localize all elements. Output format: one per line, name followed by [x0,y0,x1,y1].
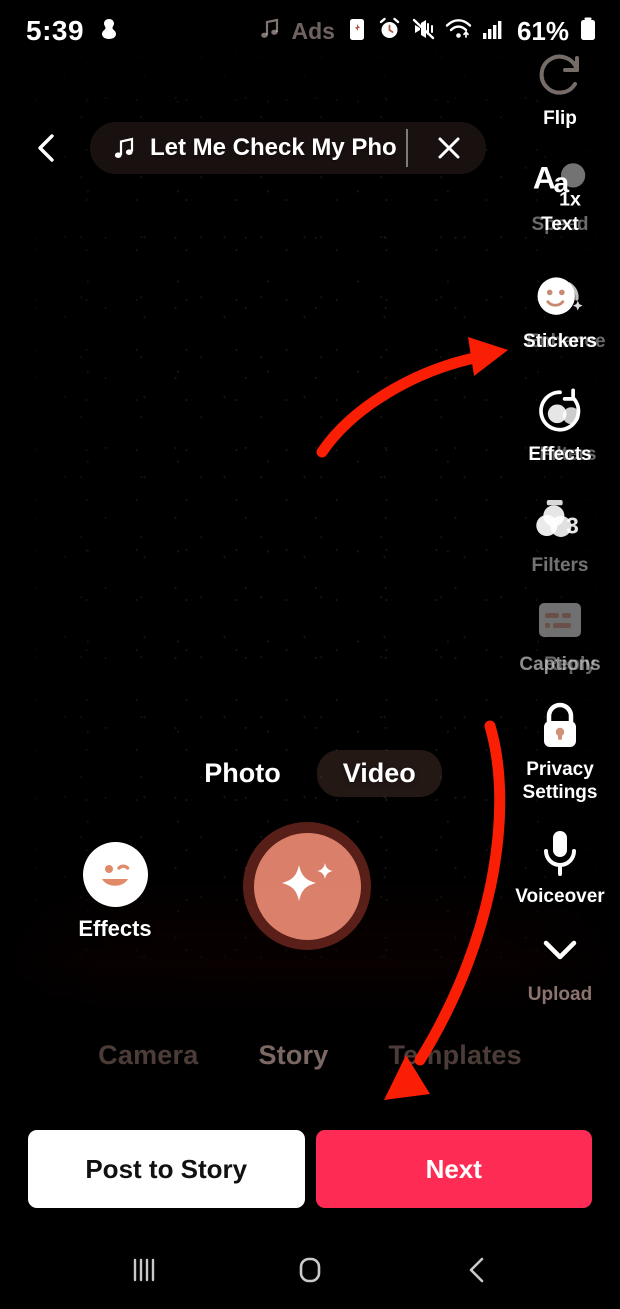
mode-video[interactable]: Video [316,750,442,797]
sidebar-label-effects-filters: Filters Effects [506,443,614,469]
mode-photo[interactable]: Photo [178,750,306,797]
sidebar-label-captions-reply: Reply Captions [506,654,614,679]
cellular-signal-icon [481,17,505,46]
record-button-inner [253,832,361,940]
effects-button-label: Effects [78,916,152,941]
sidebar-label-captions: Captions [519,654,601,676]
sparkle-star-icon [282,863,333,901]
stickers-smiley-icon [531,269,589,327]
sidebar-item-filters[interactable]: 3 Filters [506,493,614,577]
sidebar-item-effects[interactable]: Filters Effects [506,382,614,469]
app-notification-icon [98,17,120,46]
action-button-row: Post to Story Next [0,1130,620,1208]
wifi-icon [445,17,472,46]
battery-saver-icon [346,16,368,47]
vibrate-mute-icon [411,17,436,46]
sidebar-label-text-speed: Speed Text [506,213,614,239]
tab-camera[interactable]: Camera [98,1040,198,1071]
back-chevron-icon[interactable] [30,131,64,165]
status-ads-text: Ads [291,17,335,44]
tab-story[interactable]: Story [258,1040,328,1071]
sidebar-item-captions[interactable]: Reply Captions [506,592,614,679]
music-note-icon [112,135,136,161]
privacy-lock-icon [531,697,589,755]
sidebar-label-effects: Effects [528,443,592,465]
speed-badge: 1x [559,188,581,209]
music-title: Let Me Check My Phone [150,134,396,161]
status-bar-right: Ads 61% [257,16,599,47]
sidebar-label-stickers-enhance: Enhance Stickers [506,330,614,356]
close-x-icon[interactable] [432,131,466,165]
bottom-tab-bar: Camera Story Templates [0,1040,620,1071]
filters-count-badge: 3 [566,512,579,538]
music-note-icon [257,16,283,47]
sidebar-label-stickers: Stickers [523,330,597,352]
pill-divider [406,129,408,167]
battery-percent: 61% [516,15,569,46]
tab-templates[interactable]: Templates [388,1040,521,1071]
effects-timer-icon [531,382,589,440]
filters-circles-icon: 3 [531,493,589,551]
sidebar-label-text: Text [541,213,579,235]
post-to-story-button[interactable]: Post to Story [28,1130,305,1208]
capture-mode-toggle: Photo Video [0,750,620,797]
record-button[interactable] [243,822,371,950]
battery-icon [578,16,598,47]
sidebar-label-upload: Upload [527,983,593,1005]
home-icon[interactable] [280,1248,340,1292]
sidebar-item-stickers[interactable]: Enhance Stickers [506,269,614,356]
nav-back-icon[interactable] [447,1248,507,1292]
status-bar: 5:39 Ads 61% [0,0,620,70]
recents-icon[interactable] [113,1248,173,1292]
sidebar-label-filters: Filters [531,554,589,576]
capture-controls: Effects [0,822,620,950]
effects-button[interactable]: Effects [75,842,155,942]
captions-card-icon [531,592,589,650]
status-bar-left: 5:39 [26,15,120,47]
android-nav-bar [0,1230,620,1309]
music-selector-pill[interactable]: Let Me Check My Phone [90,122,486,174]
next-button[interactable]: Next [315,1130,592,1208]
alarm-clock-icon [377,16,402,47]
winking-smiley-icon [82,842,148,907]
camera-top-bar: Let Me Check My Phone [0,118,620,178]
status-time: 5:39 [26,15,85,46]
